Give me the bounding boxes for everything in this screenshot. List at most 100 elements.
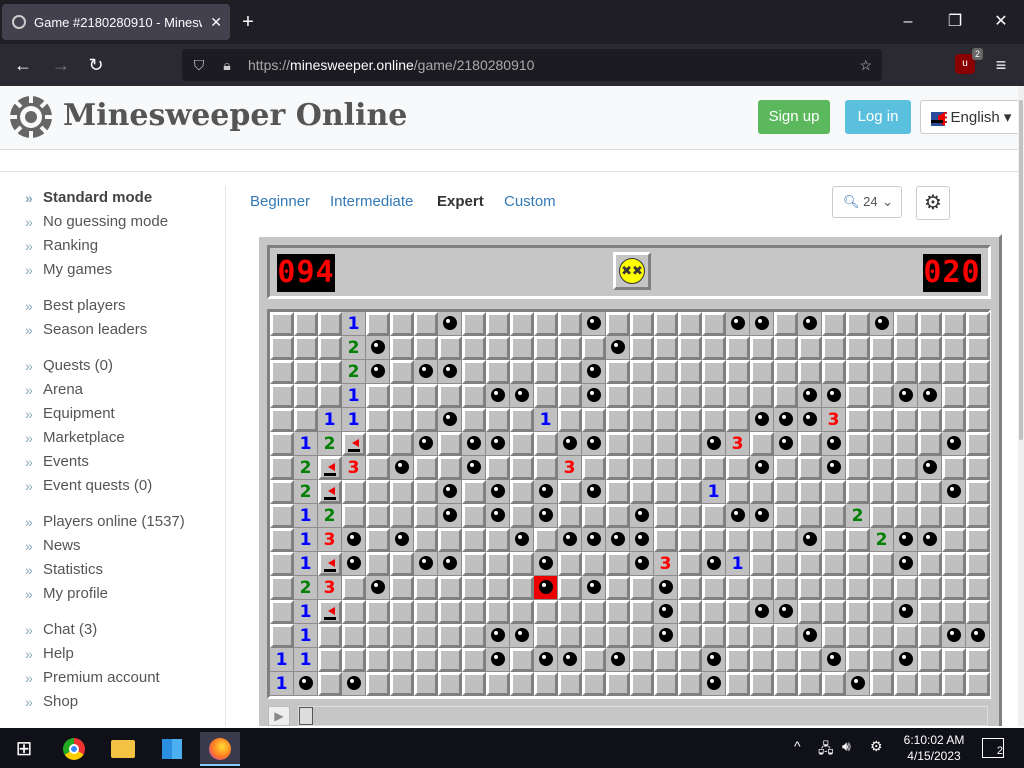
hidden-cell[interactable] (558, 360, 582, 384)
hidden-cell[interactable] (606, 432, 630, 456)
sidebar-item-quests-0[interactable]: Quests (0) (0, 354, 225, 378)
level-tab-beginner[interactable]: Beginner (250, 193, 310, 210)
hidden-cell[interactable] (606, 408, 630, 432)
hidden-cell[interactable] (294, 312, 318, 336)
hidden-cell[interactable] (750, 528, 774, 552)
mine-cell[interactable] (702, 552, 726, 576)
settings-gear-icon[interactable]: ⚙ (916, 186, 950, 220)
hidden-cell[interactable] (318, 360, 342, 384)
mine-cell[interactable] (342, 528, 366, 552)
hidden-cell[interactable] (750, 432, 774, 456)
hidden-cell[interactable] (942, 384, 966, 408)
hidden-cell[interactable] (390, 312, 414, 336)
mine-cell[interactable] (918, 456, 942, 480)
mine-cell[interactable] (510, 528, 534, 552)
hidden-cell[interactable] (966, 312, 990, 336)
sidebar-item-ranking[interactable]: Ranking (0, 234, 225, 258)
mine-cell[interactable] (654, 576, 678, 600)
hidden-cell[interactable] (726, 672, 750, 696)
hidden-cell[interactable] (678, 408, 702, 432)
mine-cell[interactable] (486, 480, 510, 504)
hidden-cell[interactable] (678, 384, 702, 408)
hidden-cell[interactable] (918, 336, 942, 360)
hidden-cell[interactable] (750, 552, 774, 576)
hidden-cell[interactable] (486, 600, 510, 624)
hidden-cell[interactable] (438, 624, 462, 648)
hidden-cell[interactable] (678, 432, 702, 456)
hidden-cell[interactable] (822, 528, 846, 552)
sidebar-item-help[interactable]: Help (0, 642, 225, 666)
hidden-cell[interactable] (966, 336, 990, 360)
mine-cell[interactable] (438, 552, 462, 576)
hidden-cell[interactable] (606, 312, 630, 336)
hidden-cell[interactable] (942, 504, 966, 528)
hidden-cell[interactable] (774, 384, 798, 408)
mine-cell[interactable] (486, 504, 510, 528)
hidden-cell[interactable] (462, 600, 486, 624)
hidden-cell[interactable] (294, 360, 318, 384)
hidden-cell[interactable] (918, 312, 942, 336)
number-cell[interactable]: 3 (822, 408, 846, 432)
hidden-cell[interactable] (750, 672, 774, 696)
hidden-cell[interactable] (486, 456, 510, 480)
mine-cell[interactable] (798, 384, 822, 408)
mine-cell[interactable] (510, 384, 534, 408)
scrollbar-thumb[interactable] (1019, 100, 1023, 440)
hidden-cell[interactable] (366, 648, 390, 672)
mine-cell[interactable] (750, 312, 774, 336)
hidden-cell[interactable] (678, 312, 702, 336)
shield-icon[interactable]: ⛉ (188, 57, 210, 74)
hidden-cell[interactable] (510, 576, 534, 600)
hidden-cell[interactable] (630, 456, 654, 480)
hidden-cell[interactable] (654, 648, 678, 672)
hidden-cell[interactable] (654, 672, 678, 696)
hidden-cell[interactable] (846, 432, 870, 456)
hidden-cell[interactable] (270, 408, 294, 432)
hidden-cell[interactable] (270, 432, 294, 456)
number-cell[interactable]: 2 (294, 456, 318, 480)
hidden-cell[interactable] (822, 672, 846, 696)
mine-cell[interactable] (750, 408, 774, 432)
number-cell[interactable]: 2 (318, 504, 342, 528)
hidden-cell[interactable] (966, 576, 990, 600)
hidden-cell[interactable] (942, 528, 966, 552)
hidden-cell[interactable] (270, 456, 294, 480)
back-icon[interactable]: ← (10, 52, 36, 78)
hidden-cell[interactable] (630, 600, 654, 624)
hidden-cell[interactable] (702, 456, 726, 480)
sidebar-item-my-games[interactable]: My games (0, 258, 225, 282)
hidden-cell[interactable] (942, 600, 966, 624)
hidden-cell[interactable] (870, 576, 894, 600)
mine-cell[interactable] (654, 624, 678, 648)
hidden-cell[interactable] (798, 552, 822, 576)
hidden-cell[interactable] (342, 480, 366, 504)
language-dropdown[interactable]: English ▾ (920, 100, 1018, 134)
hidden-cell[interactable] (702, 336, 726, 360)
mine-cell[interactable] (294, 672, 318, 696)
hidden-cell[interactable] (462, 624, 486, 648)
hidden-cell[interactable] (750, 384, 774, 408)
hidden-cell[interactable] (774, 360, 798, 384)
store-icon[interactable] (152, 732, 192, 766)
mine-cell[interactable] (558, 528, 582, 552)
hidden-cell[interactable] (678, 552, 702, 576)
hidden-cell[interactable] (294, 408, 318, 432)
hidden-cell[interactable] (894, 672, 918, 696)
hidden-cell[interactable] (798, 504, 822, 528)
mine-cell[interactable] (630, 528, 654, 552)
hidden-cell[interactable] (510, 600, 534, 624)
hidden-cell[interactable] (510, 360, 534, 384)
hidden-cell[interactable] (270, 528, 294, 552)
hidden-cell[interactable] (486, 336, 510, 360)
restart-face-button[interactable]: ✖✖ (613, 252, 651, 290)
hidden-cell[interactable] (462, 552, 486, 576)
hidden-cell[interactable] (798, 600, 822, 624)
number-cell[interactable]: 1 (270, 648, 294, 672)
mine-cell[interactable] (486, 648, 510, 672)
mine-cell[interactable] (486, 384, 510, 408)
hidden-cell[interactable] (414, 600, 438, 624)
minimize-icon[interactable]: – (893, 8, 923, 36)
number-cell[interactable]: 3 (726, 432, 750, 456)
hidden-cell[interactable] (510, 408, 534, 432)
mine-cell[interactable] (558, 648, 582, 672)
